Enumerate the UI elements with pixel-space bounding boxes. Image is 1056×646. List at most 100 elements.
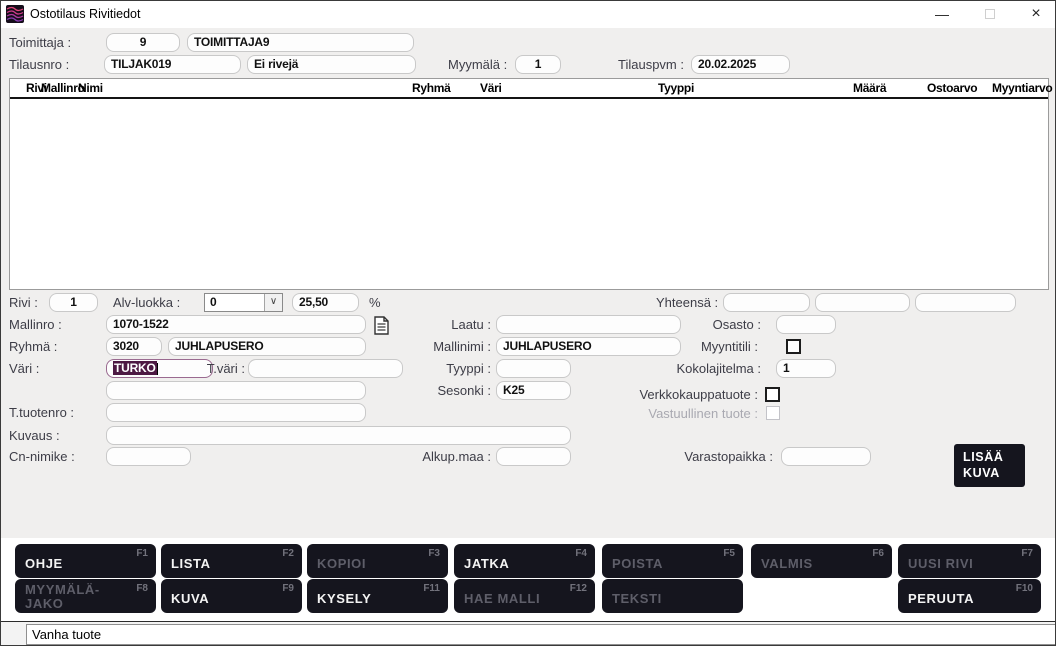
ohje-button[interactable]: OHJE F1 [15,544,156,578]
lisaa-kuva-button[interactable]: LISÄÄ KUVA [954,444,1025,487]
alv-luokka-value: 0 [210,294,217,311]
sesonki-label: Sesonki : [426,382,491,400]
lisaa-kuva-line2: KUVA [963,465,1025,481]
close-button[interactable]: × [1019,1,1053,27]
cn-nimike-field[interactable] [106,447,191,466]
kokolajitelma-label: Kokolajitelma : [656,360,761,378]
cn-nimike-label: Cn-nimike : [9,448,75,466]
tilauspvm-label: Tilauspvm : [618,56,684,74]
kuvaus-field[interactable] [106,426,571,445]
chevron-down-icon[interactable]: ∨ [264,294,282,311]
poista-button[interactable]: POISTA F5 [602,544,743,578]
kuvaus-label: Kuvaus : [9,427,60,445]
vastuullinen-tuote-checkbox [766,406,780,420]
fkey-label: F9 [282,583,294,594]
status-text: Vanha tuote [32,627,101,642]
button-label: KUVA [171,591,209,606]
verkkokauppatuote-checkbox[interactable] [765,387,780,402]
rivi-field[interactable]: 1 [49,293,98,312]
alv-percent-field[interactable]: 25,50 [292,293,359,312]
toimittaja-code-field[interactable]: 9 [106,33,180,52]
hae-malli-button[interactable]: HAE MALLI F12 [454,579,595,613]
fkey-label: F6 [872,548,884,559]
minimize-button[interactable]: — [925,1,959,27]
button-label: OHJE [25,556,63,571]
uusi-rivi-button[interactable]: UUSI RIVI F7 [898,544,1041,578]
tyyppi-field[interactable] [496,359,571,378]
percent-sign: % [369,294,381,312]
col-nimi: Nimi [78,81,103,95]
tilauspvm-field[interactable]: 20.02.2025 [691,55,790,74]
myymala-jako-button[interactable]: MYYMÄLÄ-JAKO F8 [15,579,156,613]
alkup-maa-field[interactable] [496,447,571,466]
myyntitili-label: Myyntitili : [681,338,758,356]
mallinro-field[interactable]: 1070-1522 [106,315,366,334]
ryhma-code-field[interactable]: 3020 [106,337,162,356]
button-label: JATKA [464,556,509,571]
button-label: MYYMÄLÄ-JAKO [25,583,120,611]
teksti-button[interactable]: TEKSTI [602,579,743,613]
maximize-button [973,1,1007,27]
button-label: HAE MALLI [464,591,540,606]
maximize-icon [985,9,995,19]
col-myyntiarvo: Myyntiarvo [992,81,1052,95]
alv-luokka-select[interactable]: 0 ∨ [204,293,283,312]
osasto-field[interactable] [776,315,836,334]
yhteensa-field-1 [723,293,810,312]
button-label: POISTA [612,556,663,571]
button-label: LISTA [171,556,211,571]
vari-extra-field[interactable] [106,381,366,400]
myymala-field[interactable]: 1 [515,55,561,74]
document-note-icon[interactable] [373,316,390,335]
fkey-label: F10 [1016,583,1033,594]
laatu-field[interactable] [496,315,681,334]
lista-button[interactable]: LISTA F2 [161,544,302,578]
toimittaja-name-field[interactable]: TOIMITTAJA9 [187,33,414,52]
kopioi-button[interactable]: KOPIOI F3 [307,544,448,578]
peruuta-button[interactable]: PERUUTA F10 [898,579,1041,613]
window-title: Ostotilaus Rivitiedot [30,7,140,21]
ryhma-name-field[interactable]: JUHLAPUSERO [168,337,366,356]
app-logo-icon [6,5,24,23]
order-rows-table[interactable]: Rivi Mallinro Nimi Ryhmä Väri Tyyppi Mää… [9,78,1049,290]
varastopaikka-field[interactable] [781,447,871,466]
kysely-button[interactable]: KYSELY F11 [307,579,448,613]
table-header-row: Rivi Mallinro Nimi Ryhmä Väri Tyyppi Mää… [10,79,1048,99]
mallinimi-field[interactable]: JUHLAPUSERO [496,337,681,356]
kuva-button[interactable]: KUVA F9 [161,579,302,613]
alkup-maa-label: Alkup.maa : [411,448,491,466]
kokolajitelma-field[interactable]: 1 [776,359,836,378]
text-cursor [157,363,158,375]
button-label: VALMIS [761,556,813,571]
col-vari: Väri [480,81,501,95]
toimittaja-label: Toimittaja : [9,34,71,52]
title-bar: Ostotilaus Rivitiedot — × [1,1,1055,28]
t-tuotenro-label: T.tuotenro : [9,404,74,422]
yhteensa-label: Yhteensä : [656,294,718,312]
myyntitili-checkbox[interactable] [786,339,801,354]
valmis-button[interactable]: VALMIS F6 [751,544,892,578]
sesonki-field[interactable]: K25 [496,381,571,400]
tilausnro-field[interactable]: TILJAK019 [104,55,241,74]
app-window: Ostotilaus Rivitiedot — × Toimittaja : 9… [0,0,1056,646]
varastopaikka-label: Varastopaikka : [651,448,773,466]
laatu-label: Laatu : [421,316,491,334]
t-vari-label: T.väri : [201,360,245,378]
mallinimi-label: Mallinimi : [409,338,491,356]
rivit-status-field[interactable]: Ei rivejä [247,55,416,74]
t-tuotenro-field[interactable] [106,403,366,422]
fkey-label: F1 [136,548,148,559]
t-vari-field[interactable] [248,359,403,378]
button-label: TEKSTI [612,591,662,606]
yhteensa-field-2 [815,293,910,312]
lisaa-kuva-line1: LISÄÄ [963,449,1025,465]
fkey-label: F2 [282,548,294,559]
col-ryhma: Ryhmä [412,81,451,95]
fkey-label: F11 [423,583,440,594]
alv-luokka-label: Alv-luokka : [113,294,180,312]
vari-field[interactable]: TURKO [106,359,213,378]
jatka-button[interactable]: JATKA F4 [454,544,595,578]
fkey-label: F8 [136,583,148,594]
fkey-label: F12 [570,583,587,594]
myymala-label: Myymälä : [448,56,507,74]
